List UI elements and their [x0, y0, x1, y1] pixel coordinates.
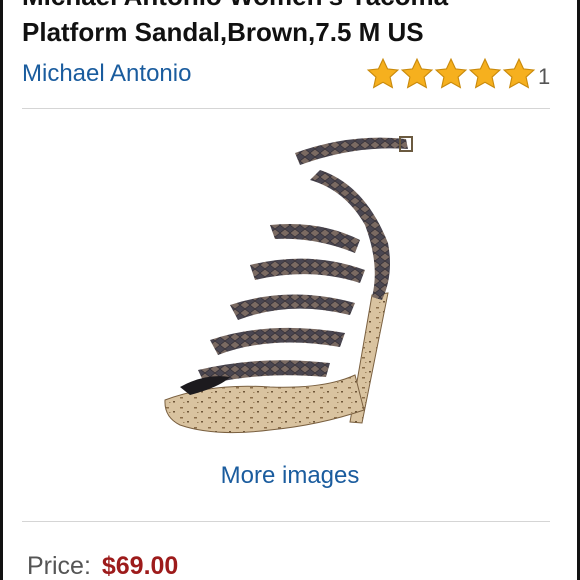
divider: [22, 521, 550, 522]
product-title: Michael Antonio Women's Yacoma Platform …: [22, 0, 562, 50]
left-frame-border: [0, 0, 3, 580]
brand-rating-row: Michael Antonio 1: [22, 56, 552, 96]
star-icon: [366, 57, 400, 89]
star-icon: [502, 57, 536, 89]
star-icon: [400, 57, 434, 89]
brand-link[interactable]: Michael Antonio: [22, 60, 191, 88]
price-value: $69.00: [101, 552, 179, 580]
divider: [22, 108, 550, 109]
star-icon: [468, 57, 502, 89]
sandal-product-image[interactable]: [150, 125, 430, 460]
product-title-line-2: Platform Sandal,Brown,7.5 M US: [22, 17, 424, 47]
price-label: Price:: [27, 552, 91, 580]
star-rating[interactable]: [366, 56, 536, 92]
product-title-line-1: Michael Antonio Women's Yacoma: [22, 0, 562, 14]
rating-count[interactable]: 1: [538, 64, 550, 90]
price-row: Price: $69.00: [27, 552, 178, 580]
star-icon: [434, 57, 468, 89]
more-images-link[interactable]: More images: [0, 462, 580, 490]
